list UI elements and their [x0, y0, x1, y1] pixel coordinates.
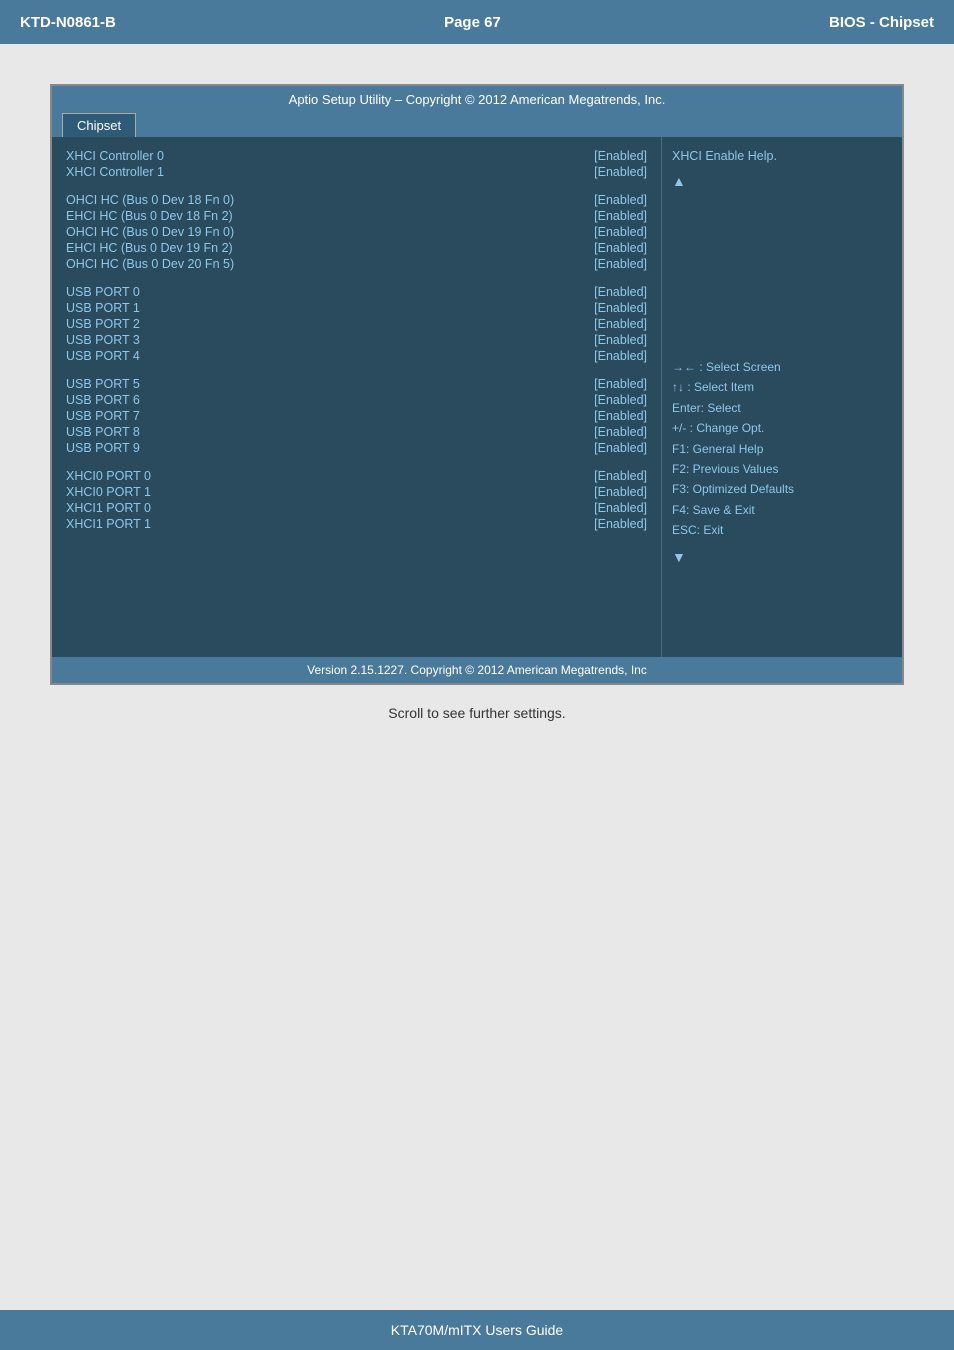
key-legend-item: Enter: Select [672, 398, 892, 418]
page-header: KTD-N0861-B Page 67 BIOS - Chipset [0, 0, 954, 44]
table-row: XHCI1 PORT 1 [Enabled] [66, 517, 647, 531]
table-row: OHCI HC (Bus 0 Dev 18 Fn 0) [Enabled] [66, 193, 647, 207]
item-label: EHCI HC (Bus 0 Dev 18 Fn 2) [66, 209, 233, 223]
table-row: USB PORT 7 [Enabled] [66, 409, 647, 423]
item-label: OHCI HC (Bus 0 Dev 20 Fn 5) [66, 257, 234, 271]
item-value: [Enabled] [594, 393, 647, 407]
key-legend-item: F2: Previous Values [672, 459, 892, 479]
item-value: [Enabled] [594, 257, 647, 271]
key-legend-item: ↑↓ : Select Item [672, 377, 892, 397]
table-row: USB PORT 4 [Enabled] [66, 349, 647, 363]
bios-body: XHCI Controller 0[Enabled]XHCI Controlle… [52, 137, 902, 657]
item-label: XHCI Controller 0 [66, 149, 164, 163]
item-label: USB PORT 2 [66, 317, 140, 331]
item-label: OHCI HC (Bus 0 Dev 19 Fn 0) [66, 225, 234, 239]
table-row: XHCI0 PORT 0 [Enabled] [66, 469, 647, 483]
item-label: USB PORT 7 [66, 409, 140, 423]
item-label: USB PORT 4 [66, 349, 140, 363]
scroll-up-arrow[interactable]: ▲ [672, 173, 892, 189]
footer-text: Version 2.15.1227. Copyright © 2012 Amer… [307, 663, 647, 677]
item-label: USB PORT 3 [66, 333, 140, 347]
footer-bar: Version 2.15.1227. Copyright © 2012 Amer… [52, 657, 902, 683]
item-value: [Enabled] [594, 241, 647, 255]
table-row: OHCI HC (Bus 0 Dev 19 Fn 0) [Enabled] [66, 225, 647, 239]
table-row: USB PORT 9 [Enabled] [66, 441, 647, 455]
tab-row: Chipset [52, 113, 902, 137]
key-legend-item: F1: General Help [672, 439, 892, 459]
table-row: XHCI Controller 1 [Enabled] [66, 165, 647, 179]
item-value: [Enabled] [594, 441, 647, 455]
title-bar-text: Aptio Setup Utility – Copyright © 2012 A… [289, 92, 666, 107]
item-label: XHCI Controller 1 [66, 165, 164, 179]
table-row: USB PORT 8 [Enabled] [66, 425, 647, 439]
key-legend-item: ESC: Exit [672, 520, 892, 540]
key-legend-item: F3: Optimized Defaults [672, 479, 892, 499]
item-label: EHCI HC (Bus 0 Dev 19 Fn 2) [66, 241, 233, 255]
item-value: [Enabled] [594, 469, 647, 483]
table-row: USB PORT 6 [Enabled] [66, 393, 647, 407]
item-value: [Enabled] [594, 409, 647, 423]
item-value: [Enabled] [594, 425, 647, 439]
chipset-tab[interactable]: Chipset [62, 113, 136, 137]
item-value: [Enabled] [594, 301, 647, 315]
item-label: USB PORT 1 [66, 301, 140, 315]
title-bar: Aptio Setup Utility – Copyright © 2012 A… [52, 86, 902, 113]
header-left: KTD-N0861-B [20, 14, 116, 31]
header-right: BIOS - Chipset [829, 14, 934, 31]
table-row: OHCI HC (Bus 0 Dev 20 Fn 5) [Enabled] [66, 257, 647, 271]
item-value: [Enabled] [594, 377, 647, 391]
scroll-note: Scroll to see further settings. [50, 705, 904, 721]
item-value: [Enabled] [594, 333, 647, 347]
item-value: [Enabled] [594, 349, 647, 363]
bios-container: Aptio Setup Utility – Copyright © 2012 A… [50, 84, 904, 685]
table-row: USB PORT 3 [Enabled] [66, 333, 647, 347]
bottom-footer: KTA70M/mITX Users Guide [0, 1310, 954, 1350]
item-label: USB PORT 0 [66, 285, 140, 299]
item-value: [Enabled] [594, 193, 647, 207]
item-label: USB PORT 6 [66, 393, 140, 407]
right-panel: XHCI Enable Help. ▲ →← : Select Screen↑↓… [662, 137, 902, 657]
item-value: [Enabled] [594, 517, 647, 531]
table-row: XHCI0 PORT 1 [Enabled] [66, 485, 647, 499]
table-row: USB PORT 2 [Enabled] [66, 317, 647, 331]
item-label: USB PORT 8 [66, 425, 140, 439]
item-value: [Enabled] [594, 285, 647, 299]
table-row: USB PORT 0 [Enabled] [66, 285, 647, 299]
key-legend-item: F4: Save & Exit [672, 500, 892, 520]
item-label: OHCI HC (Bus 0 Dev 18 Fn 0) [66, 193, 234, 207]
left-panel: XHCI Controller 0[Enabled]XHCI Controlle… [52, 137, 662, 657]
table-row: XHCI Controller 0 [Enabled] [66, 149, 647, 163]
key-legend-item: +/- : Change Opt. [672, 418, 892, 438]
help-text: XHCI Enable Help. [672, 149, 892, 163]
item-label: XHCI1 PORT 1 [66, 517, 151, 531]
header-center: Page 67 [444, 14, 501, 31]
table-row: EHCI HC (Bus 0 Dev 18 Fn 2) [Enabled] [66, 209, 647, 223]
item-value: [Enabled] [594, 485, 647, 499]
key-legend: →← : Select Screen↑↓ : Select ItemEnter:… [672, 357, 892, 541]
table-row: EHCI HC (Bus 0 Dev 19 Fn 2) [Enabled] [66, 241, 647, 255]
item-label: USB PORT 5 [66, 377, 140, 391]
item-label: XHCI1 PORT 0 [66, 501, 151, 515]
main-content: Aptio Setup Utility – Copyright © 2012 A… [0, 44, 954, 761]
item-label: USB PORT 9 [66, 441, 140, 455]
item-value: [Enabled] [594, 225, 647, 239]
item-value: [Enabled] [594, 149, 647, 163]
table-row: USB PORT 5 [Enabled] [66, 377, 647, 391]
item-value: [Enabled] [594, 317, 647, 331]
item-value: [Enabled] [594, 209, 647, 223]
scroll-down-arrow[interactable]: ▼ [672, 549, 892, 565]
item-label: XHCI0 PORT 0 [66, 469, 151, 483]
item-value: [Enabled] [594, 501, 647, 515]
table-row: USB PORT 1 [Enabled] [66, 301, 647, 315]
table-row: XHCI1 PORT 0 [Enabled] [66, 501, 647, 515]
item-label: XHCI0 PORT 1 [66, 485, 151, 499]
item-value: [Enabled] [594, 165, 647, 179]
key-legend-item: →← : Select Screen [672, 357, 892, 377]
